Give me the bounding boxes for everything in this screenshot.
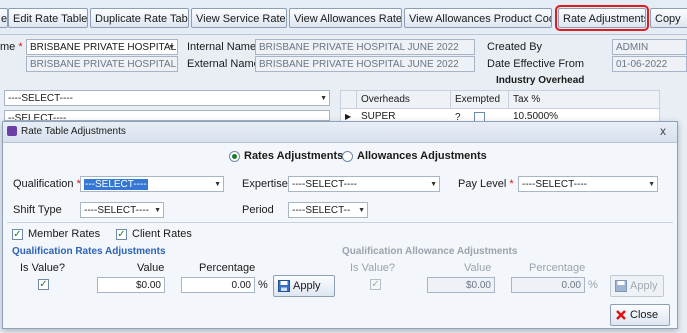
- close-button[interactable]: Close: [610, 304, 670, 326]
- grid-header-exempted: Exempted ?: [451, 91, 509, 123]
- percent-sign: %: [258, 279, 268, 291]
- name-dropdown[interactable]: BRISBANE PRIVATE HOSPITAL ▼: [26, 39, 178, 55]
- client-rates-checkbox[interactable]: ✓: [116, 229, 127, 240]
- allow-is-value-label: Is Value?: [350, 262, 396, 274]
- period-label: Period: [242, 204, 274, 216]
- overheads-grid: Overheads Exempted ? Tax % ▶ SUPER 10.50…: [340, 90, 660, 124]
- grid-header-tax: Tax %: [509, 91, 659, 109]
- date-effective-field: 01-06-2022: [612, 56, 687, 72]
- dialog-title: Rate Table Adjustments: [21, 126, 126, 137]
- separator: [7, 222, 673, 223]
- percentage-label: Percentage: [199, 262, 256, 274]
- app-icon: [7, 126, 17, 136]
- value-label: Value: [137, 262, 165, 274]
- member-rates-label: Member Rates: [28, 228, 101, 240]
- member-rates-checkbox[interactable]: ✓: [12, 229, 23, 240]
- grid-header-overheads: Overheads: [357, 91, 451, 109]
- view-service-rates-button[interactable]: View Service Rates: [191, 8, 287, 28]
- select-dropdown-2[interactable]: --SELECT----: [4, 110, 330, 121]
- toolbar: e Edit Rate Table Duplicate Rate Table V…: [0, 0, 687, 35]
- view-allowances-product-code-button[interactable]: View Allowances Product Code: [404, 8, 552, 28]
- rates-adjustments-label: Rates Adjustments: [244, 150, 344, 162]
- name-label: me *: [0, 41, 23, 53]
- qualification-allowance-title: Qualification Allowance Adjustments: [342, 246, 518, 257]
- dialog-close-icon[interactable]: x: [660, 124, 666, 138]
- save-icon: [615, 280, 627, 293]
- allow-value-label: Value: [464, 262, 492, 274]
- internal-name-label: Internal Name: [187, 41, 257, 53]
- is-value-label: Is Value?: [20, 262, 66, 274]
- shift-type-label: Shift Type: [13, 204, 62, 216]
- expertise-dropdown[interactable]: ----SELECT---- ▼: [288, 176, 440, 192]
- created-by-field: ADMIN: [612, 39, 687, 55]
- industry-overhead-label: Industry Overhead: [496, 75, 585, 86]
- period-dropdown[interactable]: ----SELECT-- ▼: [288, 202, 368, 218]
- edit-rate-table-button[interactable]: Edit Rate Table: [8, 8, 88, 28]
- is-value-checkbox[interactable]: ✓: [38, 279, 49, 290]
- allow-percentage-label: Percentage: [529, 262, 586, 274]
- name-field-2: BRISBANE PRIVATE HOSPITAL JU: [26, 56, 178, 72]
- qualification-rates-title: Qualification Rates Adjustments: [12, 246, 166, 257]
- shift-type-dropdown[interactable]: ----SELECT---- ▼: [80, 202, 164, 218]
- apply-button[interactable]: Apply: [273, 275, 335, 297]
- qualification-label: Qualification *: [13, 178, 81, 190]
- internal-name-field: BRISBANE PRIVATE HOSPITAL JUNE 2022: [255, 39, 475, 55]
- grid-row-header: [341, 91, 357, 109]
- expertise-label: Expertise: [242, 178, 288, 190]
- allowances-adjustments-label: Allowances Adjustments: [357, 150, 487, 162]
- view-allowances-rates-button[interactable]: View Allowances Rates: [289, 8, 402, 28]
- allow-is-value-checkbox[interactable]: ✓: [370, 279, 381, 290]
- rate-table-adjustments-dialog: Rate Table Adjustments x Rates Adjustmen…: [2, 121, 678, 329]
- copy-button[interactable]: Copy: [650, 8, 687, 28]
- dialog-titlebar: Rate Table Adjustments x: [3, 122, 677, 143]
- allowances-adjustments-radio[interactable]: [342, 151, 353, 162]
- save-icon: [278, 280, 290, 293]
- allow-percentage-input[interactable]: 0.00: [511, 277, 585, 293]
- allow-apply-button[interactable]: Apply: [610, 275, 664, 297]
- pay-level-label: Pay Level *: [458, 178, 514, 190]
- pay-level-dropdown[interactable]: ----SELECT---- ▼: [518, 176, 658, 192]
- duplicate-rate-table-button[interactable]: Duplicate Rate Table: [90, 8, 189, 28]
- client-rates-label: Client Rates: [132, 228, 192, 240]
- allow-percent-sign: %: [588, 279, 598, 291]
- rates-adjustments-radio[interactable]: [229, 151, 240, 162]
- allow-value-input[interactable]: $0.00: [427, 277, 495, 293]
- close-icon: [616, 310, 626, 320]
- external-name-label: External Name: [187, 58, 260, 70]
- rate-adjustments-button[interactable]: Rate Adjustments: [555, 5, 649, 31]
- external-name-field: BRISBANE PRIVATE HOSPITAL JUNE 2022: [255, 56, 475, 72]
- date-effective-label: Date Effective From: [487, 58, 584, 70]
- toolbar-button-partial[interactable]: e: [0, 8, 8, 28]
- select-dropdown-1[interactable]: ----SELECT---- ▼: [4, 90, 330, 106]
- value-input[interactable]: $0.00: [97, 277, 165, 293]
- percentage-input[interactable]: 0.00: [181, 277, 255, 293]
- row-pointer-icon: ▶: [345, 112, 352, 121]
- qualification-dropdown[interactable]: ---SELECT---- ▼: [80, 176, 224, 192]
- created-by-label: Created By: [487, 41, 543, 53]
